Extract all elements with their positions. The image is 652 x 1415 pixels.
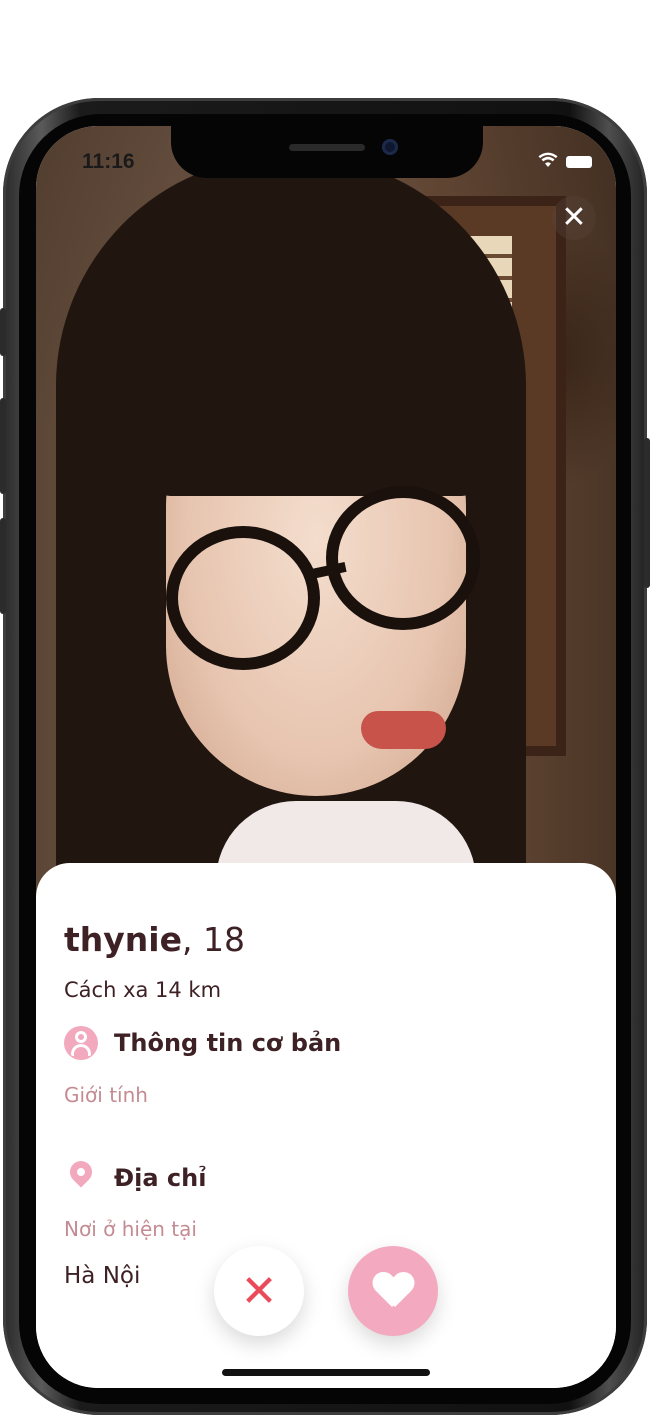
wifi-icon (538, 152, 558, 172)
side-button (644, 438, 650, 588)
photo-lips (361, 711, 446, 749)
photo-glasses-right (326, 486, 480, 630)
status-icons (538, 152, 592, 172)
side-button (0, 398, 6, 494)
person-icon (64, 1026, 98, 1060)
basic-info-header: Thông tin cơ bản (64, 1026, 341, 1060)
gender-label: Giới tính (64, 1083, 148, 1107)
home-indicator[interactable] (222, 1369, 430, 1376)
address-header: Địa chỉ (64, 1161, 206, 1195)
profile-name: thynie (64, 920, 182, 959)
heart-icon (373, 1273, 413, 1309)
speaker-grille (289, 144, 365, 151)
location-pin-icon (64, 1161, 98, 1195)
side-button (0, 308, 6, 356)
profile-info-card: thynie, 18 Cách xa 14 km Thông tin cơ bả… (36, 863, 616, 1388)
current-residence-label: Nơi ở hiện tại (64, 1217, 197, 1241)
photo-glasses-left (166, 526, 320, 670)
battery-icon (566, 156, 592, 168)
profile-name-age: thynie, 18 (64, 920, 245, 959)
current-residence-value: Hà Nội (64, 1263, 141, 1289)
address-title: Địa chỉ (114, 1164, 207, 1192)
profile-distance: Cách xa 14 km (64, 978, 222, 1002)
side-button (0, 518, 6, 614)
status-time: 11:16 (82, 150, 135, 173)
dislike-button[interactable]: ✕ (214, 1246, 304, 1336)
front-camera (382, 139, 398, 155)
profile-photo (36, 126, 616, 936)
basic-info-title: Thông tin cơ bản (114, 1029, 342, 1057)
close-button[interactable]: ✕ (552, 196, 596, 240)
like-button[interactable] (348, 1246, 438, 1336)
profile-age: , 18 (181, 920, 245, 959)
phone-notch (171, 126, 483, 178)
app-screen: 11:16 ✕ thynie, 18 Cách xa 14 km Thông t… (36, 126, 616, 1388)
